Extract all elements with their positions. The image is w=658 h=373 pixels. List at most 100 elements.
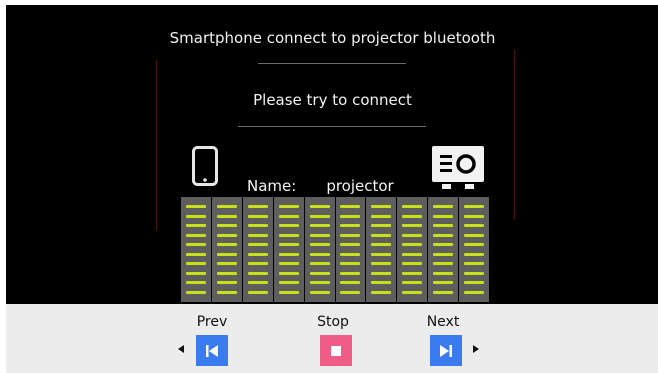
meter-bar (464, 252, 485, 256)
meter-bar (371, 205, 392, 209)
meter-column (397, 197, 428, 302)
screen-title: Smartphone connect to projector bluetoot… (169, 29, 496, 47)
meter-bar (402, 224, 423, 228)
meter-bar (185, 252, 206, 256)
skip-next-icon (440, 344, 452, 357)
meter-bar (433, 281, 454, 285)
meter-column (304, 197, 335, 302)
skip-previous-icon (206, 344, 218, 357)
meter-bar (464, 281, 485, 285)
prev-button[interactable] (196, 335, 228, 366)
meter-bar (216, 224, 237, 228)
meter-bar (185, 214, 206, 218)
message-underline (238, 126, 426, 127)
meter-column (181, 197, 211, 302)
stop-icon (331, 345, 341, 356)
meter-bar (371, 243, 392, 247)
meter-bar (340, 252, 361, 256)
meter-bar (464, 271, 485, 275)
meter-bar (247, 243, 268, 247)
meter-bar (433, 290, 454, 294)
meter-bar (247, 205, 268, 209)
meter-bar (216, 233, 237, 237)
meter-bar (433, 224, 454, 228)
meter-bar (309, 252, 330, 256)
next-arrow-icon[interactable] (473, 345, 479, 353)
meter-bar (402, 252, 423, 256)
meter-bar (371, 252, 392, 256)
meter-bar (433, 271, 454, 275)
meter-bar (309, 271, 330, 275)
meter-bar (433, 214, 454, 218)
meter-bar (464, 233, 485, 237)
meter-bar (185, 224, 206, 228)
meter-bar (340, 233, 361, 237)
meter-bar (185, 205, 206, 209)
meter-bar (278, 233, 299, 237)
stop-label: Stop (317, 314, 349, 330)
control-bar: Prev Stop Next (6, 304, 658, 373)
meter-bar (309, 290, 330, 294)
meter-bar (340, 271, 361, 275)
meter-bar (216, 262, 237, 266)
meter-bar (216, 205, 237, 209)
meter-bar (278, 271, 299, 275)
connection-screen: Smartphone connect to projector bluetoot… (6, 5, 658, 304)
meter-column (335, 197, 366, 302)
signal-meter (181, 197, 490, 302)
meter-column (211, 197, 242, 302)
meter-bar (309, 205, 330, 209)
meter-bar (309, 281, 330, 285)
meter-bar (433, 243, 454, 247)
meter-bar (216, 214, 237, 218)
meter-bar (402, 290, 423, 294)
meter-bar (309, 262, 330, 266)
meter-bar (464, 214, 485, 218)
meter-bar (433, 252, 454, 256)
meter-column (428, 197, 459, 302)
meter-bar (247, 214, 268, 218)
meter-bar (340, 224, 361, 228)
meter-bar (278, 243, 299, 247)
meter-bar (402, 205, 423, 209)
meter-bar (247, 290, 268, 294)
meter-bar (278, 252, 299, 256)
meter-bar (309, 233, 330, 237)
meter-bar (278, 224, 299, 228)
meter-bar (278, 281, 299, 285)
device-name-row: Name: projector (247, 177, 394, 195)
meter-bar (278, 290, 299, 294)
meter-bar (340, 281, 361, 285)
meter-bar (371, 214, 392, 218)
meter-bar (185, 271, 206, 275)
meter-bar (464, 290, 485, 294)
meter-bar (185, 233, 206, 237)
meter-column (366, 197, 397, 302)
meter-column (273, 197, 304, 302)
meter-bar (340, 290, 361, 294)
meter-bar (402, 233, 423, 237)
meter-bar (464, 224, 485, 228)
title-underline (258, 63, 406, 64)
meter-bar (464, 262, 485, 266)
meter-bar (185, 243, 206, 247)
prev-arrow-icon[interactable] (178, 345, 184, 353)
meter-bar (340, 262, 361, 266)
meter-column (242, 197, 273, 302)
meter-bar (371, 233, 392, 237)
meter-bar (309, 214, 330, 218)
meter-bar (216, 252, 237, 256)
meter-bar (247, 252, 268, 256)
projector-icon (432, 146, 484, 189)
next-button[interactable] (430, 335, 462, 366)
meter-bar (216, 243, 237, 247)
stop-button[interactable] (320, 335, 352, 366)
meter-bar (247, 233, 268, 237)
meter-bar (433, 262, 454, 266)
meter-bar (340, 243, 361, 247)
meter-bar (464, 243, 485, 247)
meter-bar (278, 262, 299, 266)
meter-bar (340, 205, 361, 209)
meter-bar (402, 262, 423, 266)
meter-bar (464, 205, 485, 209)
